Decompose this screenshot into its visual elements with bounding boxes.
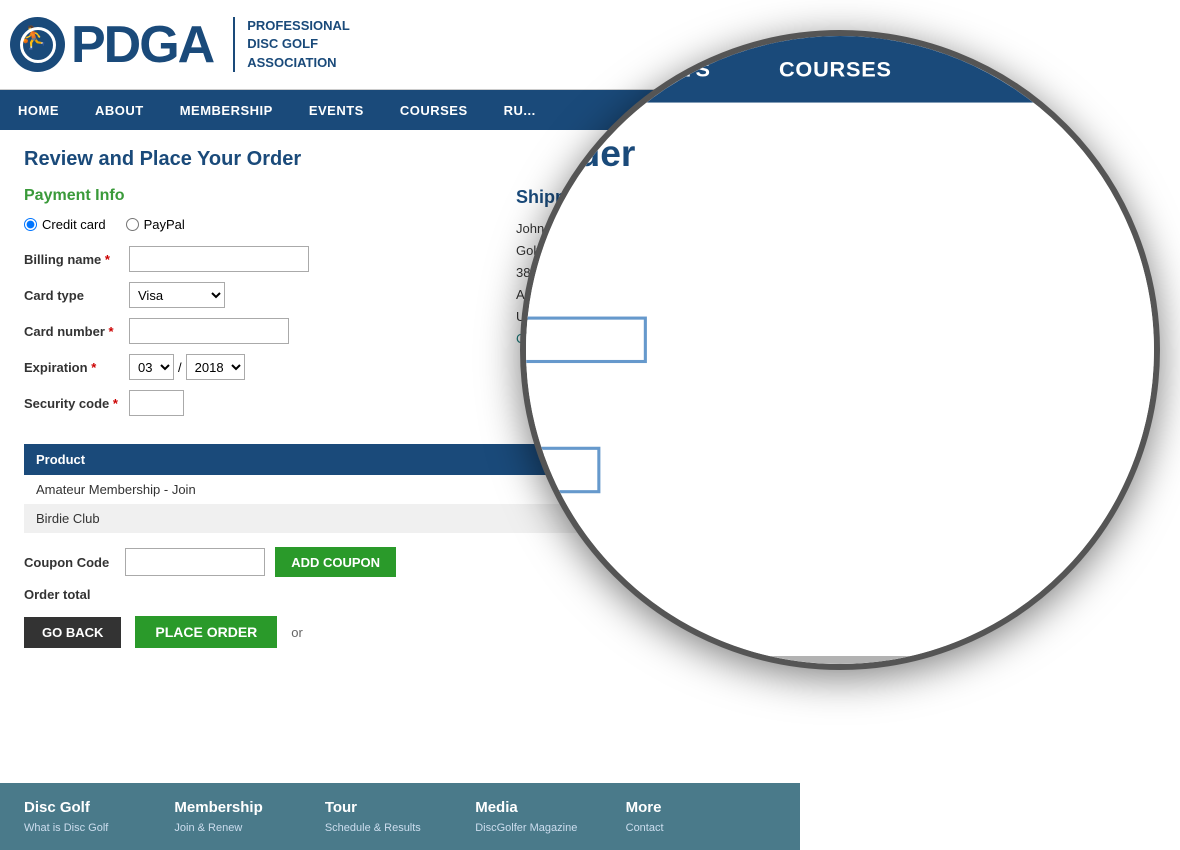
place-order-button[interactable]: PLACE ORDER (135, 616, 277, 648)
nav-home[interactable]: HOME (0, 90, 77, 130)
credit-card-radio[interactable] (24, 218, 37, 231)
footer-membership-title: Membership (174, 799, 324, 816)
mag-billing-name-row: Billing name * (520, 317, 1160, 364)
security-code-input[interactable] (129, 390, 184, 416)
expiration-row: Expiration * 03 / 2018 (24, 354, 476, 380)
footer-media: Media DiscGolfer Magazine (475, 799, 625, 834)
logo-full-name: PROFESSIONAL DISC GOLF ASSOCIATION (233, 17, 350, 72)
paypal-label: PayPal (144, 217, 185, 232)
footer-membership-sub: Join & Renew (174, 822, 324, 834)
product-header: Product (24, 444, 432, 475)
mag-page-title: Review and Place Your Order (520, 134, 1160, 177)
logo-pdga-text: PDGA (71, 15, 213, 75)
footer-disc-golf-sub: What is Disc Golf (24, 822, 174, 834)
paypal-radio[interactable] (126, 218, 139, 231)
footer-tour: Tour Schedule & Results (325, 799, 475, 834)
footer-membership: Membership Join & Renew (174, 799, 324, 834)
expiry-year-select[interactable]: 2018 (186, 354, 245, 380)
action-row: GO BACK PLACE ORDER or (24, 616, 776, 648)
footer-tour-sub: Schedule & Results (325, 822, 475, 834)
billing-name-input[interactable] (129, 246, 309, 272)
footer-disc-golf: Disc Golf What is Disc Golf (24, 799, 174, 834)
go-back-button[interactable]: GO BACK (24, 617, 121, 648)
add-coupon-button[interactable]: ADD COUPON (275, 547, 396, 577)
card-number-row: Card number * (24, 318, 476, 344)
footer-disc-golf-title: Disc Golf (24, 799, 174, 816)
mag-payment-title: Payment Info (520, 208, 1160, 244)
paypal-option[interactable]: PayPal (126, 217, 185, 232)
expiration-label: Expiration * (24, 360, 129, 375)
card-type-label: Card type (24, 288, 129, 303)
card-number-input[interactable] (129, 318, 289, 344)
or-text: or (291, 625, 303, 640)
logo-area: ⛹ PDGA PROFESSIONAL DISC GOLF ASSOCIATIO… (10, 15, 350, 75)
security-code-label: Security code * (24, 396, 129, 411)
coupon-input[interactable] (125, 548, 265, 576)
footer-tour-title: Tour (325, 799, 475, 816)
mag-payment-methods: Credit card PayPal (520, 265, 1160, 291)
footer-columns: Disc Golf What is Disc Golf Membership J… (24, 799, 776, 834)
figure-icon: ⛹ (20, 25, 47, 51)
payment-section: Payment Info Credit card PayPal Billing … (24, 187, 476, 426)
footer-more: More Contact (626, 799, 776, 834)
footer-more-sub: Contact (626, 822, 776, 834)
pdga-disc-logo: ⛹ (10, 17, 65, 72)
mag-nav-courses[interactable]: COURSES (745, 34, 926, 102)
footer-media-sub: DiscGolfer Magazine (475, 822, 625, 834)
mag-expiration-row: Expiration * 03 / 2018 (520, 512, 1160, 559)
credit-card-option[interactable]: Credit card (24, 217, 106, 232)
product-1: Amateur Membership - Join (24, 475, 432, 504)
footer-more-title: More (626, 799, 776, 816)
card-type-select[interactable]: Visa Mastercard Amex (129, 282, 225, 308)
mag-payment-section: Payment Info Credit card PayPal Billing … (520, 208, 1160, 642)
nav-more[interactable]: RU... (486, 90, 554, 130)
card-number-label: Card number * (24, 324, 129, 339)
credit-card-label: Credit card (42, 217, 106, 232)
expiry-month-select[interactable]: 03 (129, 354, 174, 380)
card-type-row: Card type Visa Mastercard Amex (24, 282, 476, 308)
mag-card-type-row: Card type Visa Mastercard (520, 382, 1160, 428)
payment-method-group: Credit card PayPal (24, 217, 476, 232)
billing-name-row: Billing name * (24, 246, 476, 272)
coupon-label: Coupon Code (24, 555, 109, 570)
payment-section-title: Payment Info (24, 187, 476, 205)
order-total-label: Order total (24, 587, 90, 602)
magnifier-content: ⛹ PDGA PROFESSIONAL DISC GOLF ASSOCIATIO… (520, 30, 1160, 670)
mag-card-number-row: Card number * (520, 447, 1160, 494)
nav-membership[interactable]: MEMBERSHIP (162, 90, 291, 130)
mag-billing-name-input[interactable] (520, 317, 647, 364)
footer: Disc Golf What is Disc Golf Membership J… (0, 783, 800, 850)
footer-media-title: Media (475, 799, 625, 816)
security-code-row: Security code * (24, 390, 476, 416)
nav-courses[interactable]: COURSES (382, 90, 486, 130)
magnifier-overlay: ⛹ PDGA PROFESSIONAL DISC GOLF ASSOCIATIO… (520, 30, 1160, 670)
product-2: Birdie Club (24, 504, 432, 533)
billing-name-label: Billing name * (24, 252, 129, 267)
nav-events[interactable]: EVENTS (291, 90, 382, 130)
nav-about[interactable]: ABOUT (77, 90, 162, 130)
expiry-group: 03 / 2018 (129, 354, 245, 380)
mag-form-section: Payment Info Credit card PayPal Billing … (520, 208, 1160, 642)
